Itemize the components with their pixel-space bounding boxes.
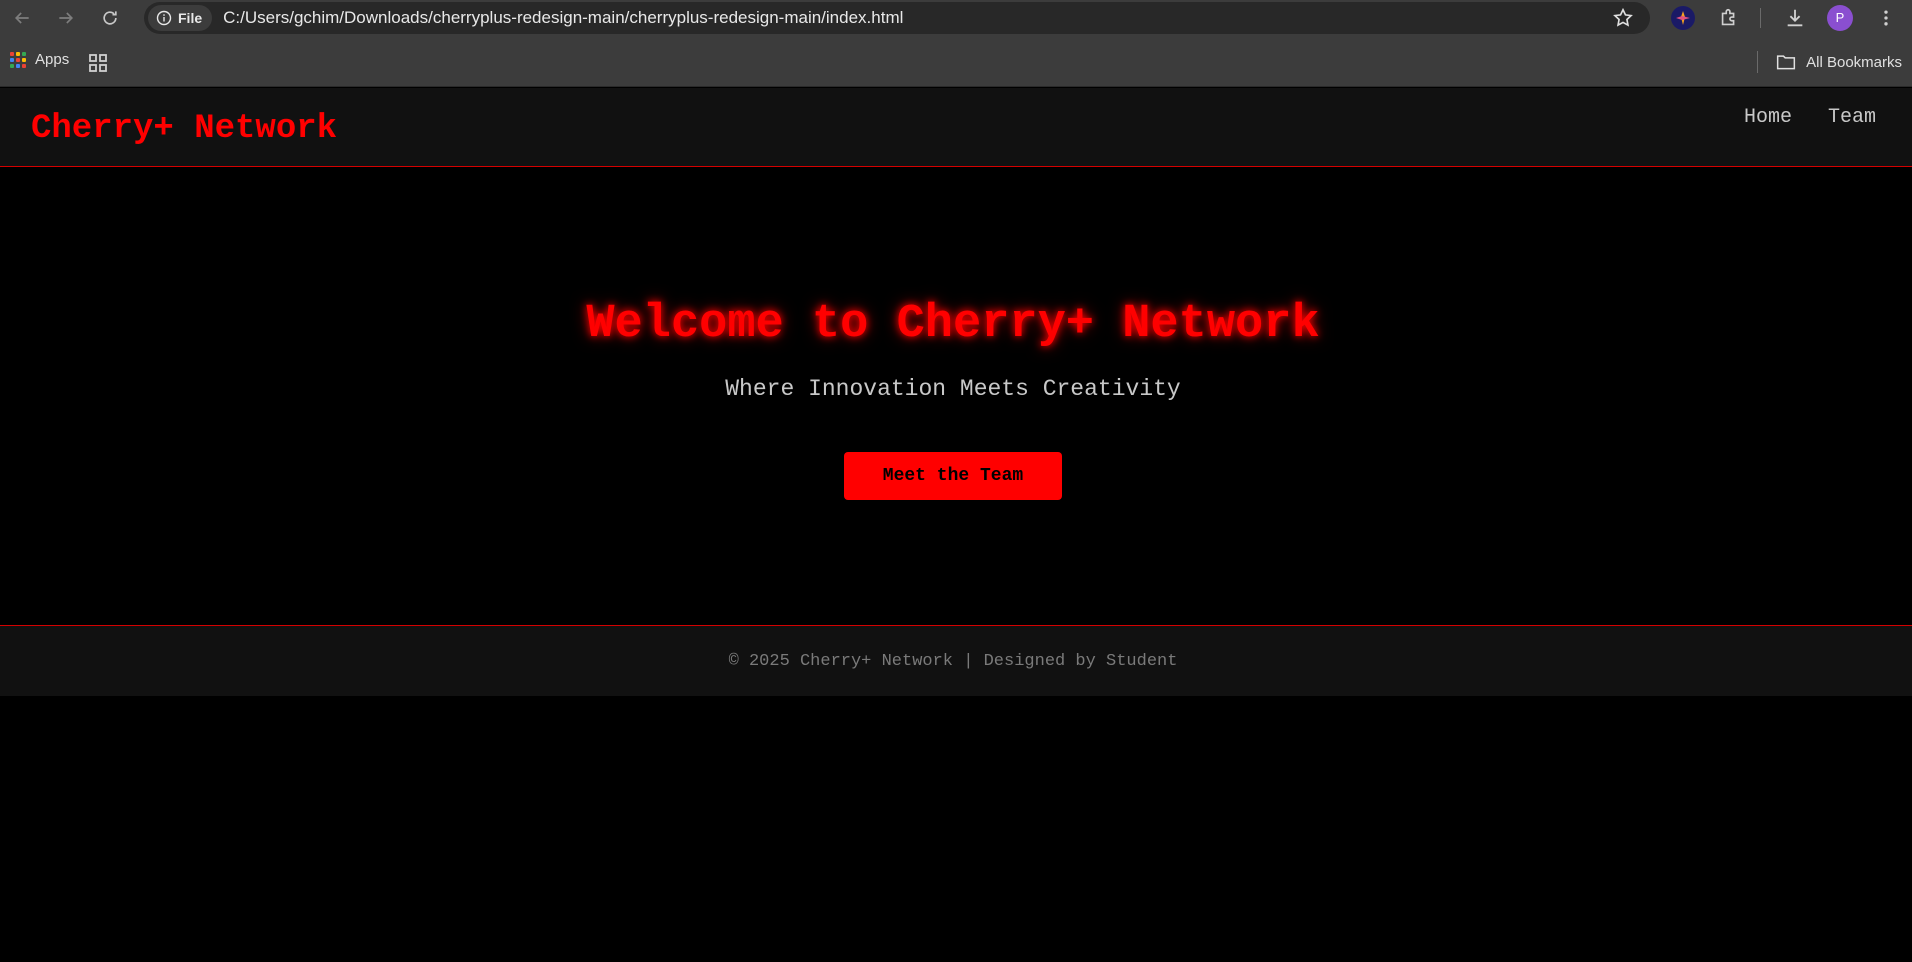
hero-section: Welcome to Cherry+ Network Where Innovat… [0,168,1912,624]
download-icon [1787,9,1803,26]
site-header: Cherry+ Network Home Team [0,88,1912,167]
nav-link-home[interactable]: Home [1744,106,1792,129]
bookmarks-divider [1757,51,1759,73]
info-icon [156,10,172,26]
hero-title: Welcome to Cherry+ Network [586,298,1320,351]
compass-icon [1676,10,1690,25]
reload-button[interactable] [88,0,132,35]
address-bar[interactable]: File C:/Users/gchim/Downloads/cherryplus… [144,2,1650,34]
arrow-left-icon [14,11,29,24]
site-info-chip[interactable]: File [148,5,213,31]
folder-icon [1777,55,1796,70]
nav-link-team[interactable]: Team [1828,106,1876,129]
browser-toolbar: File C:/Users/gchim/Downloads/cherryplus… [0,0,1912,35]
back-button[interactable] [0,0,44,35]
forward-button[interactable] [44,0,88,35]
toolbar-divider [1760,0,1761,35]
tab-groups-icon[interactable] [88,53,108,73]
reload-icon [103,10,117,25]
menu-button[interactable] [1876,0,1896,35]
site-logo[interactable]: Cherry+ Network [31,110,337,148]
avatar: P [1827,4,1853,31]
apps-shortcut[interactable]: Apps [10,51,69,68]
extension-icon[interactable] [1671,5,1695,30]
page-viewport: Cherry+ Network Home Team Welcome to Che… [0,88,1912,962]
all-bookmarks-label: All Bookmarks [1806,53,1902,71]
apps-label: Apps [35,51,70,68]
site-footer: © 2025 Cherry+ Network | Designed by Stu… [0,625,1912,696]
site-nav: Home Team [1744,106,1876,129]
arrow-right-icon [59,11,74,24]
downloads-button[interactable] [1784,0,1806,35]
apps-grid-icon [10,51,26,68]
hero-subtitle: Where Innovation Meets Creativity [725,376,1181,402]
extension-icon-wrapper[interactable] [1671,0,1695,35]
site-info-label: File [178,10,203,26]
footer-text: © 2025 Cherry+ Network | Designed by Stu… [728,651,1178,671]
bookmarks-bar: Apps All Bookmarks [0,35,1912,87]
bookmark-star-icon[interactable] [1612,7,1634,29]
kebab-menu-icon [1884,10,1888,25]
url-text[interactable]: C:/Users/gchim/Downloads/cherryplus-rede… [223,8,903,28]
profile-button[interactable]: P [1827,0,1853,35]
extensions-button[interactable] [1718,0,1740,35]
all-bookmarks-button[interactable]: All Bookmarks [1757,51,1902,73]
puzzle-icon [1721,8,1735,25]
meet-the-team-button[interactable]: Meet the Team [844,452,1062,500]
